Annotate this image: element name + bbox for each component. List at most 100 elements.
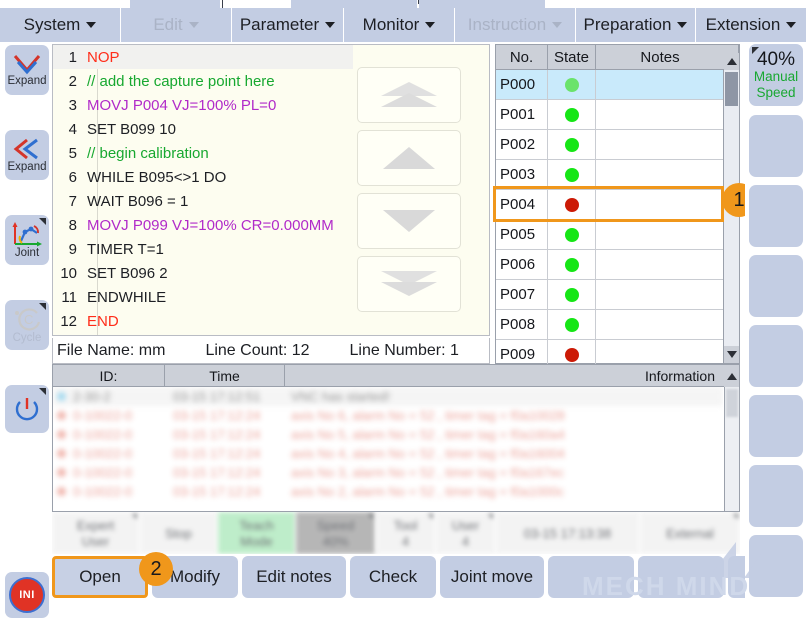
right-blank-button-1[interactable] [749,115,803,177]
code-line[interactable]: 7 WAIT B096 = 1 [53,189,353,213]
ini-button[interactable]: INI [5,572,49,618]
code-line[interactable]: 5 // begin calibration [53,141,353,165]
menu-item-instruction[interactable]: Instruction [455,8,575,42]
status-cell-tool[interactable]: Tool 4 [376,512,436,554]
code-line[interactable]: 10 SET B096 2 [53,261,353,285]
point-row-P001[interactable]: P001 [496,100,739,130]
line-up-button[interactable] [357,130,461,186]
scroll-down-button[interactable] [724,346,739,363]
point-row-P005[interactable]: P005 [496,220,739,250]
point-row-P000[interactable]: P000 [496,70,739,100]
code-line[interactable]: 11 ENDWHILE [53,285,353,309]
program-editor[interactable]: 1 NOP 2 // add the capture point here 3 … [52,44,490,336]
menu-item-monitor[interactable]: Monitor [344,8,454,42]
status-cell-user-level[interactable]: Expert User [52,512,140,554]
joint-coordinate-button[interactable]: Joint [5,215,49,265]
menu-item-system[interactable]: System [0,8,120,42]
point-notes[interactable] [596,130,724,159]
edit-notes-button[interactable]: Edit notes [242,556,346,598]
scrollbar-thumb[interactable] [725,72,738,106]
code-line[interactable]: 4 SET B099 10 [53,117,353,141]
chevron-down-icon [552,22,562,28]
open-button[interactable]: Open [52,556,148,598]
right-blank-button-3[interactable] [749,255,803,317]
log-scrollbar-thumb[interactable] [726,389,738,417]
open-button-label: Open [79,567,121,587]
log-panel[interactable]: ID: Time Information 2-30-2 03-15 17:12:… [52,364,740,512]
state-dot-green-icon [565,288,579,302]
log-row[interactable]: 0-10022-0 03-15 17:12:24 axis No 6, alar… [53,406,723,425]
chevron-down-icon [86,22,96,28]
menu-item-preparation[interactable]: Preparation [576,8,695,42]
point-state [548,70,596,99]
point-notes[interactable] [596,100,724,129]
page-down-button[interactable] [357,256,461,312]
point-state [548,220,596,249]
log-row[interactable]: 0-10022-0 03-15 17:12:24 axis No 2, alar… [53,482,723,501]
point-row-P008[interactable]: P008 [496,310,739,340]
point-notes[interactable] [596,220,724,249]
expand-left-button[interactable]: Expand [5,130,49,180]
menu-item-edit[interactable]: Edit [121,8,231,42]
status-cell-external[interactable]: External [640,512,740,554]
log-row[interactable]: 0-10022-0 03-15 17:12:24 axis No 3, alar… [53,463,723,482]
point-state [548,100,596,129]
code-line[interactable]: 1 NOP [53,45,353,69]
log-scroll-up-button[interactable] [724,365,739,387]
page-up-button[interactable] [357,67,461,123]
code-line[interactable]: 12 END [53,309,353,333]
line-down-button[interactable] [357,193,461,249]
menu-item-parameter[interactable]: Parameter [232,8,343,42]
right-blank-button-2[interactable] [749,185,803,247]
code-line[interactable]: 3 MOVJ P004 VJ=100% PL=0 [53,93,353,117]
code-line[interactable]: 6 WHILE B095<>1 DO [53,165,353,189]
column-header-notes: Notes [596,45,724,69]
menu-label-system: System [24,15,81,35]
right-blank-button-5[interactable] [749,395,803,457]
right-blank-button-7[interactable] [749,535,803,597]
cycle-button[interactable]: C Cycle [5,300,49,350]
point-notes[interactable] [596,310,724,339]
status-cell-line2: Mode [240,534,273,549]
log-row[interactable]: 0-10022-0 03-15 17:12:24 axis No 4, alar… [53,444,723,463]
point-notes[interactable] [596,250,724,279]
status-cell-user-frame[interactable]: User 4 [436,512,496,554]
joint-move-button[interactable]: Joint move [440,556,544,598]
log-row[interactable]: 0-10022-0 03-15 17:12:24 axis No 5, alar… [53,425,723,444]
log-info: VNC has started! [291,389,723,404]
expand-down-button[interactable]: Expand [5,45,49,95]
code-line[interactable]: 2 // add the capture point here [53,69,353,93]
code-line[interactable]: 8 MOVJ P099 VJ=100% CR=0.000MM [53,213,353,237]
right-blank-button-6[interactable] [749,465,803,527]
point-notes[interactable] [596,160,724,189]
status-cell-run-state[interactable]: Stop [140,512,218,554]
point-row-P006[interactable]: P006 [496,250,739,280]
column-header-state: State [548,45,596,69]
status-cell-mode[interactable]: Teach Mode [218,512,296,554]
point-row-P007[interactable]: P007 [496,280,739,310]
scroll-up-button[interactable] [724,53,739,70]
menu-item-extension[interactable]: Extension [696,8,806,42]
spare-button-2[interactable] [638,556,724,598]
line-text: NOP [87,49,120,66]
log-time: 03-15 17:12:24 [173,427,291,442]
status-cell-speed[interactable]: Speed 40% [296,512,376,554]
code-lines: 1 NOP 2 // add the capture point here 3 … [53,45,353,333]
power-button[interactable] [5,385,49,433]
editor-status-bar: File Name: mm Line Count: 12 Line Number… [52,338,490,364]
point-row-P002[interactable]: P002 [496,130,739,160]
point-notes[interactable] [596,280,724,309]
log-time: 03-15 17:12:24 [173,446,291,461]
log-info: axis No 3, alarm No = 52 , timer tag = f… [291,465,723,480]
point-notes[interactable] [596,70,724,99]
right-blank-button-4[interactable] [749,325,803,387]
status-cell-line2: 4 [402,534,409,549]
check-button[interactable]: Check [350,556,436,598]
manual-speed-button[interactable]: 40% Manual Speed [749,44,803,106]
log-row[interactable]: 2-30-2 03-15 17:12:51 VNC has started! [53,387,723,406]
log-scrollbar[interactable] [724,387,739,511]
spare-button-1[interactable] [548,556,634,598]
corner-marker-icon [428,514,433,519]
code-line[interactable]: 9 TIMER T=1 [53,237,353,261]
line-text: ENDWHILE [87,289,166,306]
